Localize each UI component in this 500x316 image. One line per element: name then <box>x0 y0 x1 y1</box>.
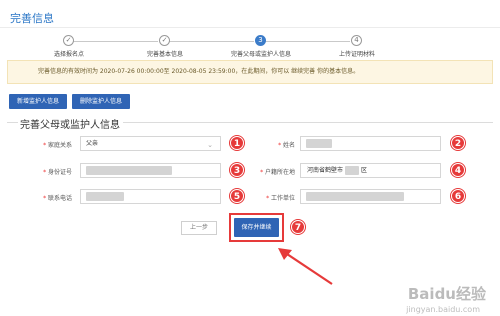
annotation-badge: 2 <box>451 136 465 150</box>
annotation-badge: 5 <box>230 189 244 203</box>
section-title: 完善父母或监护人信息 <box>20 120 120 131</box>
page-title: 完善信息 <box>10 12 54 25</box>
step-3-indicator: 3 <box>255 35 266 46</box>
watermark-url: jingyan.baidu.com <box>406 305 480 314</box>
redacted-id-number <box>86 166 172 175</box>
step-1-check-icon: ✓ <box>63 35 74 46</box>
chevron-down-icon: ⌄ <box>207 141 213 149</box>
add-guardian-button[interactable]: 新增监护人信息 <box>9 94 67 109</box>
annotation-badge: 3 <box>230 163 244 177</box>
hukou-label: * 户籍所在地 <box>260 169 295 176</box>
annotation-badge: 7 <box>291 220 305 234</box>
name-label: * 姓名 <box>278 142 295 149</box>
step-connector <box>70 41 158 42</box>
step-2-check-icon: ✓ <box>159 35 170 46</box>
save-and-continue-button[interactable]: 保存并继续 <box>234 218 279 237</box>
redacted-name <box>306 139 332 148</box>
step-connector <box>166 41 254 42</box>
step-1-label: 选择报名点 <box>53 51 85 58</box>
redacted-district <box>345 166 359 175</box>
phone-input[interactable] <box>80 189 221 204</box>
validity-notice: 完善信息的有效时间为 2020-07-26 00:00:00至 2020-08-… <box>7 60 493 84</box>
relation-value: 父亲 <box>86 140 99 147</box>
annotation-badge: 6 <box>451 189 465 203</box>
step-4-indicator: 4 <box>351 35 362 46</box>
id-number-input[interactable] <box>80 163 221 178</box>
section-divider-right <box>123 122 493 123</box>
annotation-arrow-icon <box>278 248 333 285</box>
annotation-badge: 1 <box>230 136 244 150</box>
redacted-employer <box>306 192 404 201</box>
name-input[interactable] <box>300 136 441 151</box>
hukou-value: 河南省鹤壁市 <box>307 167 344 174</box>
step-2-label: 完善基本信息 <box>146 51 184 58</box>
redacted-phone <box>86 192 124 201</box>
step-3-label: 完善父母或监护人信息 <box>230 51 292 58</box>
phone-label: * 联系电话 <box>43 195 72 202</box>
relation-label: * 家庭关系 <box>43 142 72 149</box>
section-divider-left <box>7 122 18 123</box>
delete-guardian-button[interactable]: 删除监护人信息 <box>72 94 130 109</box>
hukou-input[interactable]: 河南省鹤壁市 区 <box>300 163 441 178</box>
watermark: Baidu经验 <box>407 285 486 303</box>
relation-select[interactable]: 父亲 ⌄ <box>80 136 221 151</box>
title-divider <box>0 27 500 28</box>
step-4-label: 上传证明材料 <box>338 51 376 58</box>
employer-input[interactable] <box>300 189 441 204</box>
annotation-badge: 4 <box>451 163 465 177</box>
id-number-label: * 身份证号 <box>43 169 72 176</box>
step-connector <box>262 41 350 42</box>
hukou-suffix: 区 <box>361 167 368 174</box>
employer-label: * 工作单位 <box>266 195 295 202</box>
previous-step-button[interactable]: 上一步 <box>181 221 217 235</box>
